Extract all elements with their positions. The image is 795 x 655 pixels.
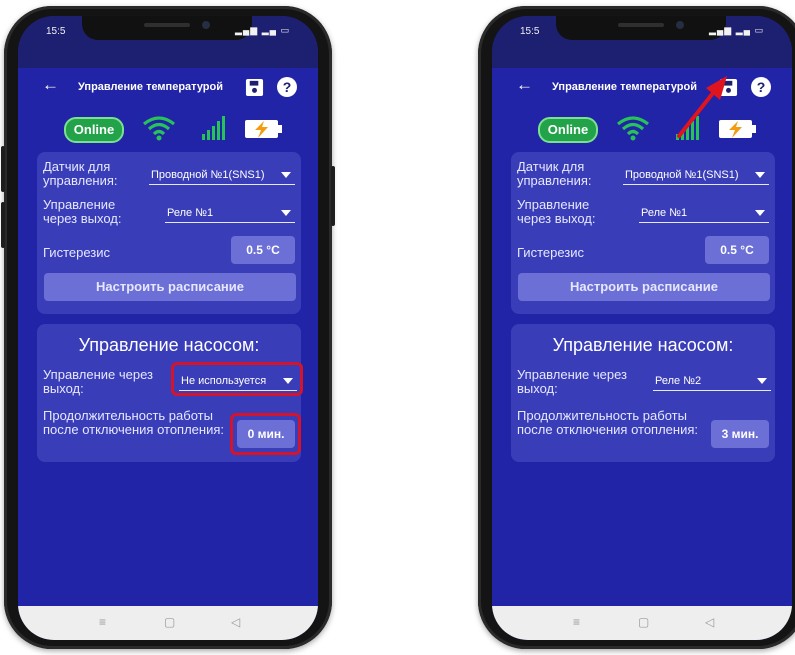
phone-screen: 15:5 ▂▄▆ ▂▄ ▭ ← Управление температурой …	[492, 16, 792, 640]
phone-screen: 15:5 ▂▄▆ ▂▄ ▭ ← Управление температурой …	[18, 16, 318, 640]
back-arrow-icon[interactable]: ←	[42, 75, 59, 95]
phone-left: 15:5 ▂▄▆ ▂▄ ▭ ← Управление температурой …	[1, 6, 335, 649]
app-bar: ← Управление температурой ?	[492, 68, 792, 108]
schedule-button[interactable]: Настроить расписание	[518, 273, 770, 301]
hysteresis-label: Гистерезис	[43, 245, 111, 260]
sensor-dropdown-value: Проводной №1(SNS1)	[625, 169, 739, 181]
pump-output-label: Управление через выход:	[517, 367, 628, 396]
volume-up-button	[1, 146, 5, 192]
wifi-icon	[143, 116, 175, 141]
back-icon[interactable]: ◁	[705, 615, 714, 629]
output-dropdown[interactable]: Реле №1	[639, 200, 769, 223]
sensor-label: Датчик для управления:	[517, 159, 592, 188]
pump-output-dropdown[interactable]: Реле №2	[653, 368, 771, 391]
connection-status-row: Online	[492, 112, 792, 146]
cellular-signal-icon	[202, 116, 225, 140]
pump-output-dropdown-value: Реле №2	[655, 375, 702, 387]
schedule-button[interactable]: Настроить расписание	[44, 273, 296, 301]
camera-icon	[202, 21, 210, 29]
notch	[82, 16, 252, 40]
status-bar: 15:5 ▂▄▆ ▂▄ ▭	[18, 16, 318, 68]
back-arrow-icon[interactable]: ←	[516, 75, 533, 95]
chevron-down-icon	[281, 172, 291, 178]
speaker	[618, 23, 664, 27]
home-icon[interactable]: ▢	[164, 615, 175, 629]
pump-output-label: Управление через выход:	[43, 367, 154, 396]
output-dropdown-value: Реле №1	[641, 207, 688, 219]
save-icon[interactable]	[245, 78, 264, 97]
hysteresis-value-button[interactable]: 0.5 °C	[231, 236, 295, 264]
signal-icons: ▂▄▆ ▂▄ ▭	[708, 25, 764, 35]
notch	[556, 16, 726, 40]
wifi-icon	[617, 116, 649, 141]
pump-duration-label: Продолжительность работы после отключени…	[517, 408, 699, 437]
hysteresis-label: Гистерезис	[517, 245, 585, 260]
phone-right: 15:5 ▂▄▆ ▂▄ ▭ ← Управление температурой …	[478, 6, 795, 649]
recents-icon[interactable]: ≡	[99, 615, 106, 629]
chevron-down-icon	[755, 210, 765, 216]
system-nav-bar: ≡ ▢ ◁	[492, 606, 792, 640]
hysteresis-value-button[interactable]: 0.5 °C	[705, 236, 769, 264]
pointer-arrow-icon	[677, 76, 727, 138]
output-label: Управление через выход:	[517, 197, 596, 226]
sensor-dropdown[interactable]: Проводной №1(SNS1)	[623, 162, 769, 185]
pump-control-card: Управление насосом: Управление через вых…	[511, 324, 775, 462]
system-nav-bar: ≡ ▢ ◁	[18, 606, 318, 640]
pump-section-title: Управление насосом:	[552, 335, 734, 355]
chevron-down-icon	[757, 378, 767, 384]
output-label: Управление через выход:	[43, 197, 122, 226]
app-bar: ← Управление температурой ?	[18, 68, 318, 108]
signal-icons: ▂▄▆ ▂▄ ▭	[234, 25, 290, 35]
pump-duration-value-button[interactable]: 3 мин.	[711, 420, 769, 448]
highlight-box	[230, 413, 301, 455]
status-time: 15:5	[520, 26, 540, 37]
sensor-label: Датчик для управления:	[43, 159, 118, 188]
recents-icon[interactable]: ≡	[573, 615, 580, 629]
back-icon[interactable]: ◁	[231, 615, 240, 629]
volume-down-button	[1, 202, 5, 248]
help-icon[interactable]: ?	[277, 77, 297, 97]
page-title: Управление температурой	[78, 81, 223, 93]
temperature-control-card: Датчик для управления: Проводной №1(SNS1…	[511, 152, 775, 314]
sensor-dropdown-value: Проводной №1(SNS1)	[151, 169, 265, 181]
pump-section-title: Управление насосом:	[78, 335, 260, 355]
battery-charging-icon	[245, 120, 282, 138]
connection-status-row: Online	[18, 112, 318, 146]
help-icon[interactable]: ?	[751, 77, 771, 97]
output-dropdown[interactable]: Реле №1	[165, 200, 295, 223]
power-button	[331, 166, 335, 226]
pump-duration-label: Продолжительность работы после отключени…	[43, 408, 225, 437]
camera-icon	[676, 21, 684, 29]
status-time: 15:5	[46, 26, 66, 37]
speaker	[144, 23, 190, 27]
status-bar: 15:5 ▂▄▆ ▂▄ ▭	[492, 16, 792, 68]
pump-control-card: Управление насосом: Управление через вых…	[37, 324, 303, 462]
home-icon[interactable]: ▢	[638, 615, 649, 629]
online-badge: Online	[64, 117, 124, 143]
output-dropdown-value: Реле №1	[167, 207, 214, 219]
highlight-box	[171, 362, 303, 396]
online-badge: Online	[538, 117, 598, 143]
chevron-down-icon	[755, 172, 765, 178]
sensor-dropdown[interactable]: Проводной №1(SNS1)	[149, 162, 295, 185]
temperature-control-card: Датчик для управления: Проводной №1(SNS1…	[37, 152, 301, 314]
chevron-down-icon	[281, 210, 291, 216]
